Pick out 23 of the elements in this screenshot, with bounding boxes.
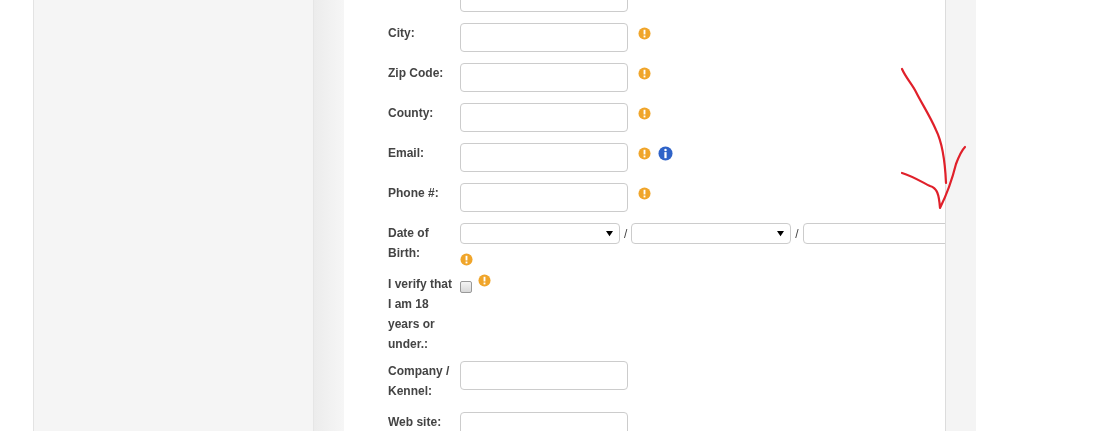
- month-select[interactable]: [631, 223, 792, 244]
- year-field[interactable]: [802, 223, 945, 244]
- text-field[interactable]: [460, 361, 628, 390]
- text-field[interactable]: [460, 143, 628, 172]
- text-field[interactable]: [460, 103, 628, 132]
- date-separator: /: [624, 226, 628, 241]
- text-field[interactable]: [460, 63, 628, 92]
- date-separator: /: [795, 226, 799, 241]
- text-field[interactable]: [460, 183, 628, 212]
- field-label: Date of Birth:: [387, 225, 430, 262]
- field-label: County:: [387, 105, 434, 122]
- field-label: City:: [387, 25, 415, 42]
- field-label: Phone #:: [387, 185, 439, 202]
- caret-icon: [606, 230, 613, 237]
- field-label: I verify that I am 18 years or under.:: [387, 276, 454, 353]
- field-label: Zip Code:: [387, 65, 444, 82]
- field-label: Web site:: [387, 414, 442, 431]
- checkbox[interactable]: [460, 281, 472, 293]
- field-label: Email:: [387, 145, 424, 162]
- day-select[interactable]: [460, 223, 620, 244]
- caret-icon: [777, 230, 785, 237]
- text-field[interactable]: [460, 23, 628, 52]
- field-label: Company / Kennel:: [387, 363, 451, 400]
